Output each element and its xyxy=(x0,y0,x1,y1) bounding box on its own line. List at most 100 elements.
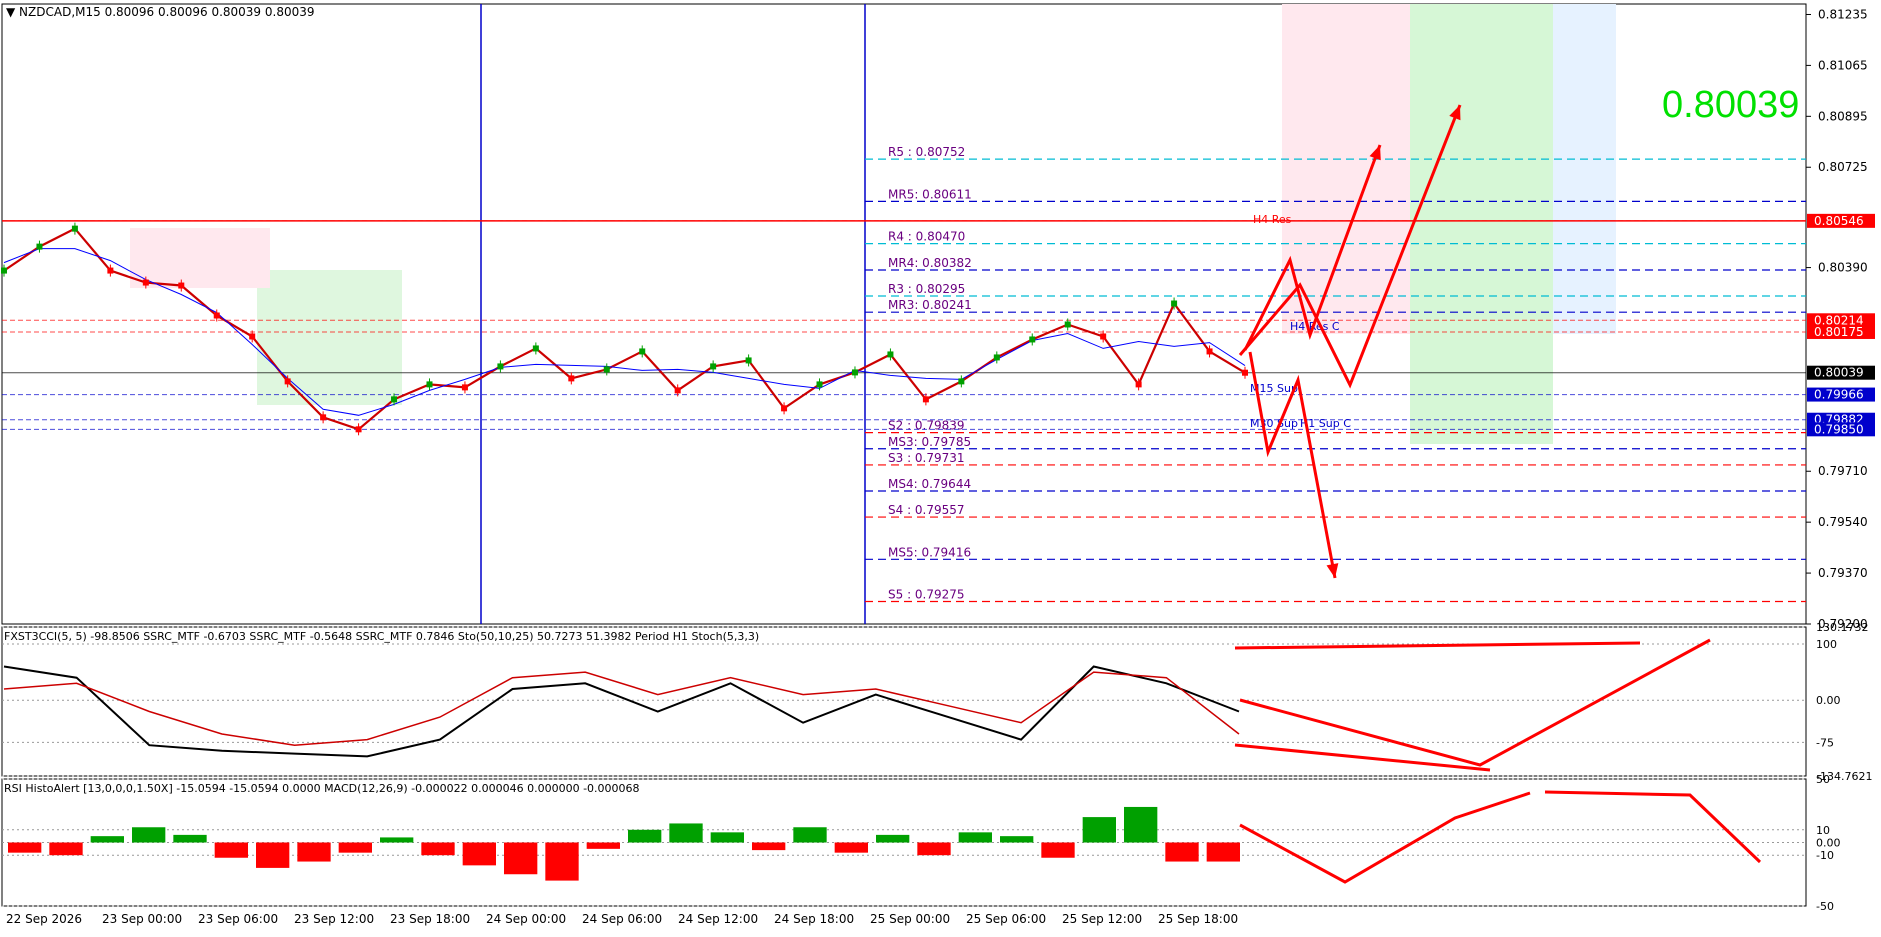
hist-bar xyxy=(710,832,744,843)
x-tick-label: 23 Sep 06:00 xyxy=(198,912,278,926)
osc-tick-label: 130.1732 xyxy=(1816,621,1869,634)
zone-pink-left xyxy=(130,228,270,288)
candle-body xyxy=(781,405,788,412)
candle-body xyxy=(710,363,717,370)
chart-window[interactable]: R5 : 0.80752 MR5: 0.80611 R4 : 0.80470 MR4:… xyxy=(0,0,1881,933)
x-tick-label: 23 Sep 18:00 xyxy=(390,912,470,926)
candle-body xyxy=(568,375,575,382)
pivot-label: MR5: 0.80611 xyxy=(888,187,972,201)
candle-body xyxy=(1,267,7,274)
candle-body xyxy=(142,279,149,286)
candle-body xyxy=(1171,300,1178,307)
osc-tick-label: 0.00 xyxy=(1816,694,1841,707)
x-tick-label: 24 Sep 18:00 xyxy=(774,912,854,926)
candle-body xyxy=(1029,336,1036,343)
candle-body xyxy=(1206,348,1213,355)
candle-body xyxy=(107,267,114,274)
candle-body xyxy=(213,312,220,319)
x-tick-label: 25 Sep 06:00 xyxy=(966,912,1046,926)
y-tick-label: 0.80895 xyxy=(1818,109,1868,123)
price-tag-label: 0.79850 xyxy=(1814,422,1864,436)
y-tick-label: 0.81065 xyxy=(1818,58,1868,72)
price-tag-label: 0.80039 xyxy=(1814,366,1864,380)
pivot-label: MS5: 0.79416 xyxy=(888,545,971,559)
pivot-label: S2 : 0.79839 xyxy=(888,419,965,433)
candle-body xyxy=(887,351,894,358)
pivot-label: R5 : 0.80752 xyxy=(888,145,965,159)
hist-bar xyxy=(958,832,992,843)
pivot-label: MR3: 0.80241 xyxy=(888,298,972,312)
pivot-label: MS3: 0.79785 xyxy=(888,435,971,449)
hist-bar xyxy=(1165,842,1199,862)
candle-body xyxy=(249,333,256,340)
x-tick-label: 25 Sep 12:00 xyxy=(1062,912,1142,926)
hist-bar xyxy=(256,842,290,868)
zone-green-left xyxy=(257,270,402,405)
hist-bar xyxy=(917,842,951,856)
osc-tick-label: -75 xyxy=(1816,736,1834,749)
pivot-label: R3 : 0.80295 xyxy=(888,282,965,296)
y-tick-label: 0.79370 xyxy=(1818,566,1868,580)
hist-bar xyxy=(1082,817,1116,843)
current-price-big: 0.80039 xyxy=(1662,84,1800,126)
candle-body xyxy=(36,243,43,250)
hist-bar xyxy=(834,842,868,853)
pivot-label: MS4: 0.79644 xyxy=(888,477,971,491)
hist-tick-label: 0.00 xyxy=(1816,837,1841,850)
hist-bar xyxy=(586,842,620,849)
osc-tick-label: 100 xyxy=(1816,638,1837,651)
candle-body xyxy=(532,345,539,352)
y-tick-label: 0.80725 xyxy=(1818,160,1868,174)
candle-body xyxy=(391,396,398,403)
pivot-label: S3 : 0.79731 xyxy=(888,451,965,465)
candle-body xyxy=(851,369,858,376)
x-tick-label: 25 Sep 18:00 xyxy=(1158,912,1238,926)
hist-bar xyxy=(1041,842,1075,858)
hist-bar xyxy=(545,842,579,881)
hist-bar xyxy=(1124,806,1158,843)
hist-tick-label: -10 xyxy=(1816,849,1834,862)
candle-body xyxy=(1064,321,1071,328)
hist-bar xyxy=(214,842,248,858)
candle-body xyxy=(639,348,646,355)
y-tick-label: 0.79540 xyxy=(1818,515,1868,529)
pivot-label: R4 : 0.80470 xyxy=(888,230,965,244)
symbol-dropdown-icon[interactable]: ▼ xyxy=(6,5,19,19)
candle-body xyxy=(320,414,327,421)
annotation-label: M30 Sup xyxy=(1250,417,1298,430)
oscillator-header: FXST3CCI(5, 5) -98.8506 SSRC_MTF -0.6703… xyxy=(4,630,760,643)
hist-bar xyxy=(132,827,166,843)
hist-bar xyxy=(380,837,414,843)
candle-body xyxy=(922,396,929,403)
hist-tick-label: -50 xyxy=(1816,900,1834,913)
pivot-label: MR4: 0.80382 xyxy=(888,256,972,270)
pivot-label: S5 : 0.79275 xyxy=(888,588,965,602)
x-tick-label: 24 Sep 00:00 xyxy=(486,912,566,926)
x-tick-label: 22 Sep 2026 xyxy=(6,912,82,926)
hist-bar xyxy=(1206,842,1240,862)
hist-bar xyxy=(338,842,372,853)
x-tick-label: 24 Sep 06:00 xyxy=(582,912,662,926)
candle-body xyxy=(71,225,78,232)
price-tag-label: 0.80546 xyxy=(1814,214,1864,228)
candle-body xyxy=(1135,381,1142,388)
hist-bar xyxy=(1000,836,1034,843)
hist-tick-label: 50 xyxy=(1816,773,1830,786)
candle-body xyxy=(745,357,752,364)
candle-body xyxy=(674,387,681,394)
candle-body xyxy=(603,366,610,373)
candle-body xyxy=(1242,369,1248,376)
annotation-label: H4 Res xyxy=(1253,213,1292,226)
hist-bar xyxy=(421,842,455,856)
candle-body xyxy=(461,384,468,391)
hist-bar xyxy=(752,842,786,851)
x-tick-label: 23 Sep 12:00 xyxy=(294,912,374,926)
price-tag-label: 0.80175 xyxy=(1814,325,1864,339)
hist-bar xyxy=(8,842,42,853)
hist-bar xyxy=(793,827,827,843)
candle-body xyxy=(284,378,291,385)
hist-bar xyxy=(297,842,331,862)
hist-bar xyxy=(173,834,207,843)
hist-tick-label: 10 xyxy=(1816,824,1830,837)
y-tick-label: 0.79710 xyxy=(1818,464,1868,478)
